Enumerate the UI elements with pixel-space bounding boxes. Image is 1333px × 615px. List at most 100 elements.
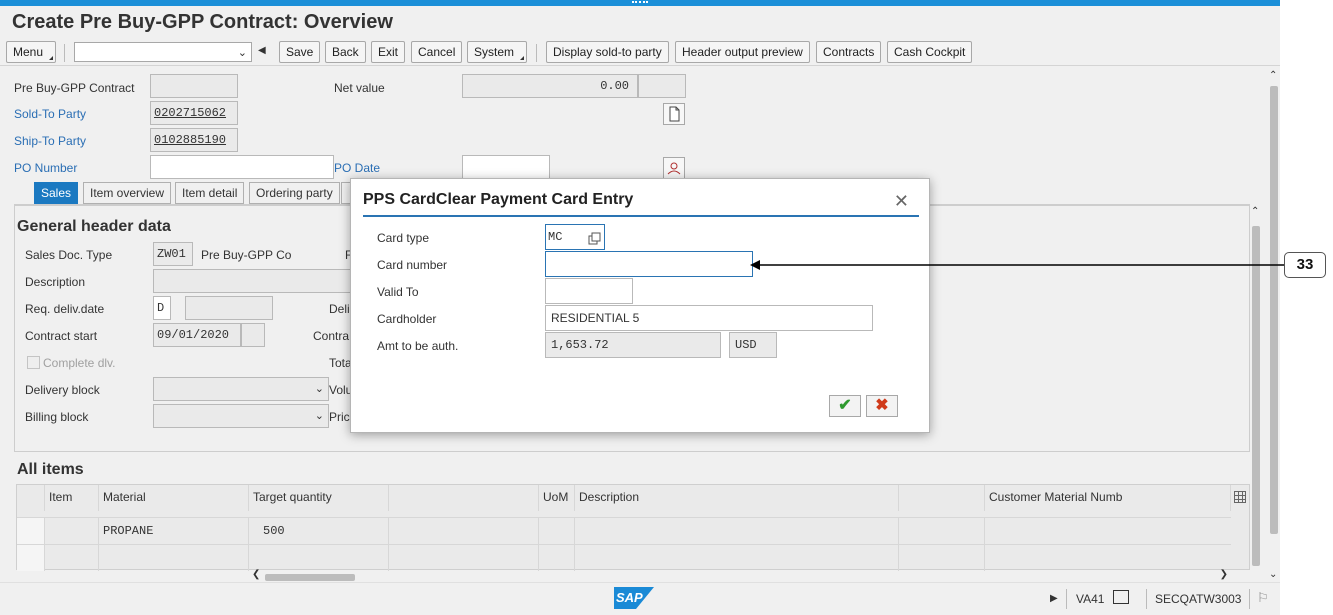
- contract-start-field[interactable]: 09/01/2020: [153, 323, 241, 347]
- header-output-preview-button[interactable]: Header output preview: [675, 41, 810, 63]
- cash-cockpit-button[interactable]: Cash Cockpit: [887, 41, 973, 63]
- complete-dlv-checkbox[interactable]: [27, 356, 40, 369]
- all-items-heading: All items: [17, 461, 84, 478]
- chevron-down-icon: ⌄: [237, 47, 247, 59]
- vertical-scrollbar[interactable]: ⌃ ⌄: [1268, 70, 1280, 580]
- po-date-field[interactable]: [462, 155, 550, 179]
- billing-block-dropdown[interactable]: ⌄: [153, 404, 329, 428]
- scroll-left-icon[interactable]: ❮: [252, 569, 260, 580]
- row-selector-header[interactable]: [17, 485, 45, 511]
- transaction-code: VA41: [1076, 592, 1105, 606]
- scrollbar-thumb[interactable]: [1270, 86, 1278, 534]
- ship-to-label[interactable]: Ship-To Party: [14, 134, 86, 148]
- column-header[interactable]: [899, 485, 985, 511]
- table-cell: [389, 518, 539, 544]
- table-row[interactable]: [17, 544, 1231, 571]
- target-qty-cell[interactable]: 500: [249, 518, 389, 544]
- material-cell[interactable]: [99, 545, 249, 571]
- close-icon[interactable]: ✕: [894, 191, 909, 212]
- tab-sales[interactable]: Sales: [34, 182, 79, 204]
- scroll-right-icon[interactable]: ❯: [1220, 569, 1228, 580]
- command-field[interactable]: ⌄: [74, 42, 252, 62]
- system-label: System: [474, 45, 515, 59]
- req-deliv-unit-field[interactable]: D: [153, 296, 171, 320]
- dialog-title-underline: [363, 215, 919, 217]
- sap-logo: SAP: [614, 587, 654, 609]
- row-selector[interactable]: [17, 518, 45, 544]
- contract-start-extra-field: [241, 323, 265, 347]
- tab-ordering-party[interactable]: Ordering party: [249, 182, 340, 204]
- sold-to-label[interactable]: Sold-To Party: [14, 107, 86, 121]
- items-table: Item Material Target quantity UoM Descri…: [16, 484, 1250, 571]
- card-type-field[interactable]: MC: [545, 224, 605, 250]
- uom-cell: [539, 545, 575, 571]
- back-button[interactable]: Back: [325, 41, 366, 63]
- truncated-label: Contra: [313, 329, 350, 343]
- status-separator: [1249, 589, 1250, 609]
- column-header[interactable]: [389, 485, 539, 511]
- contract-start-label: Contract start: [25, 329, 98, 343]
- po-number-field[interactable]: [150, 155, 334, 179]
- tab-item-overview[interactable]: Item overview: [83, 182, 172, 204]
- doc-type-code-field[interactable]: ZW01: [153, 242, 193, 266]
- save-button[interactable]: Save: [279, 41, 321, 63]
- cancel-dialog-button[interactable]: ✖: [866, 395, 898, 417]
- scroll-down-icon[interactable]: ⌄: [1269, 569, 1277, 580]
- card-number-field[interactable]: [545, 251, 753, 277]
- card-type-value: MC: [548, 230, 563, 244]
- horizontal-scrollbar[interactable]: ❮ ❯: [250, 569, 1230, 582]
- document-icon[interactable]: [663, 103, 685, 125]
- grip-handle[interactable]: [632, 1, 648, 4]
- req-deliv-date-field[interactable]: [185, 296, 273, 320]
- column-header[interactable]: Target quantity: [249, 485, 389, 511]
- callout-arrow: [750, 260, 1284, 270]
- valid-to-field[interactable]: [545, 278, 633, 304]
- collapse-arrow-icon[interactable]: ◀: [258, 45, 266, 56]
- flag-icon[interactable]: ⚐: [1257, 590, 1269, 606]
- row-selector[interactable]: [17, 545, 45, 571]
- truncated-label: Pric: [329, 410, 350, 424]
- display-sold-to-button[interactable]: Display sold-to party: [546, 41, 669, 63]
- scroll-up-icon[interactable]: ⌃: [1269, 70, 1277, 81]
- contract-field[interactable]: [150, 74, 238, 98]
- play-icon[interactable]: ▶: [1050, 593, 1058, 604]
- scrollbar-thumb[interactable]: [1252, 226, 1260, 566]
- description-field[interactable]: [153, 269, 353, 293]
- item-cell: [45, 518, 99, 544]
- req-deliv-date-label: Req. deliv.date: [25, 302, 105, 316]
- column-header[interactable]: Customer Material Numb: [985, 485, 1231, 511]
- customer-material-cell: [985, 518, 1231, 544]
- column-header[interactable]: Description: [575, 485, 899, 511]
- delivery-block-dropdown[interactable]: ⌄: [153, 377, 329, 401]
- value-help-icon[interactable]: [588, 230, 601, 245]
- truncated-label: Tota: [329, 356, 352, 370]
- session-icon[interactable]: [1113, 590, 1129, 604]
- table-settings-icon[interactable]: [1234, 491, 1246, 503]
- column-header[interactable]: Item: [45, 485, 99, 511]
- billing-block-label: Billing block: [25, 410, 89, 424]
- confirm-button[interactable]: ✔: [829, 395, 861, 417]
- material-cell[interactable]: PROPANE: [99, 518, 249, 544]
- exit-button[interactable]: Exit: [371, 41, 406, 63]
- ship-to-field[interactable]: 0102885190: [150, 128, 238, 152]
- card-type-label: Card type: [377, 231, 430, 245]
- cancel-button[interactable]: Cancel: [411, 41, 463, 63]
- description-label: Description: [25, 275, 86, 289]
- status-bar: SAP ▶ VA41 SECQATW3003 ⚐: [0, 582, 1280, 615]
- tab-item-detail[interactable]: Item detail: [175, 182, 245, 204]
- doc-type-label: Sales Doc. Type: [25, 248, 113, 262]
- system-button[interactable]: System: [467, 41, 527, 63]
- menu-button[interactable]: Menu: [6, 41, 56, 63]
- contracts-button[interactable]: Contracts: [816, 41, 882, 63]
- person-icon[interactable]: [663, 157, 685, 179]
- table-row[interactable]: PROPANE 500: [17, 517, 1231, 544]
- system-corner-icon: [520, 56, 524, 60]
- column-header[interactable]: UoM: [539, 485, 575, 511]
- target-qty-cell[interactable]: [249, 545, 389, 571]
- cardholder-field[interactable]: RESIDENTIAL 5: [545, 305, 873, 331]
- scroll-up-icon[interactable]: ⌃: [1251, 206, 1259, 217]
- sold-to-field[interactable]: 0202715062: [150, 101, 238, 125]
- column-header[interactable]: Material: [99, 485, 249, 511]
- payment-card-dialog: PPS CardClear Payment Card Entry ✕ Card …: [350, 178, 930, 433]
- scrollbar-thumb[interactable]: [265, 574, 355, 581]
